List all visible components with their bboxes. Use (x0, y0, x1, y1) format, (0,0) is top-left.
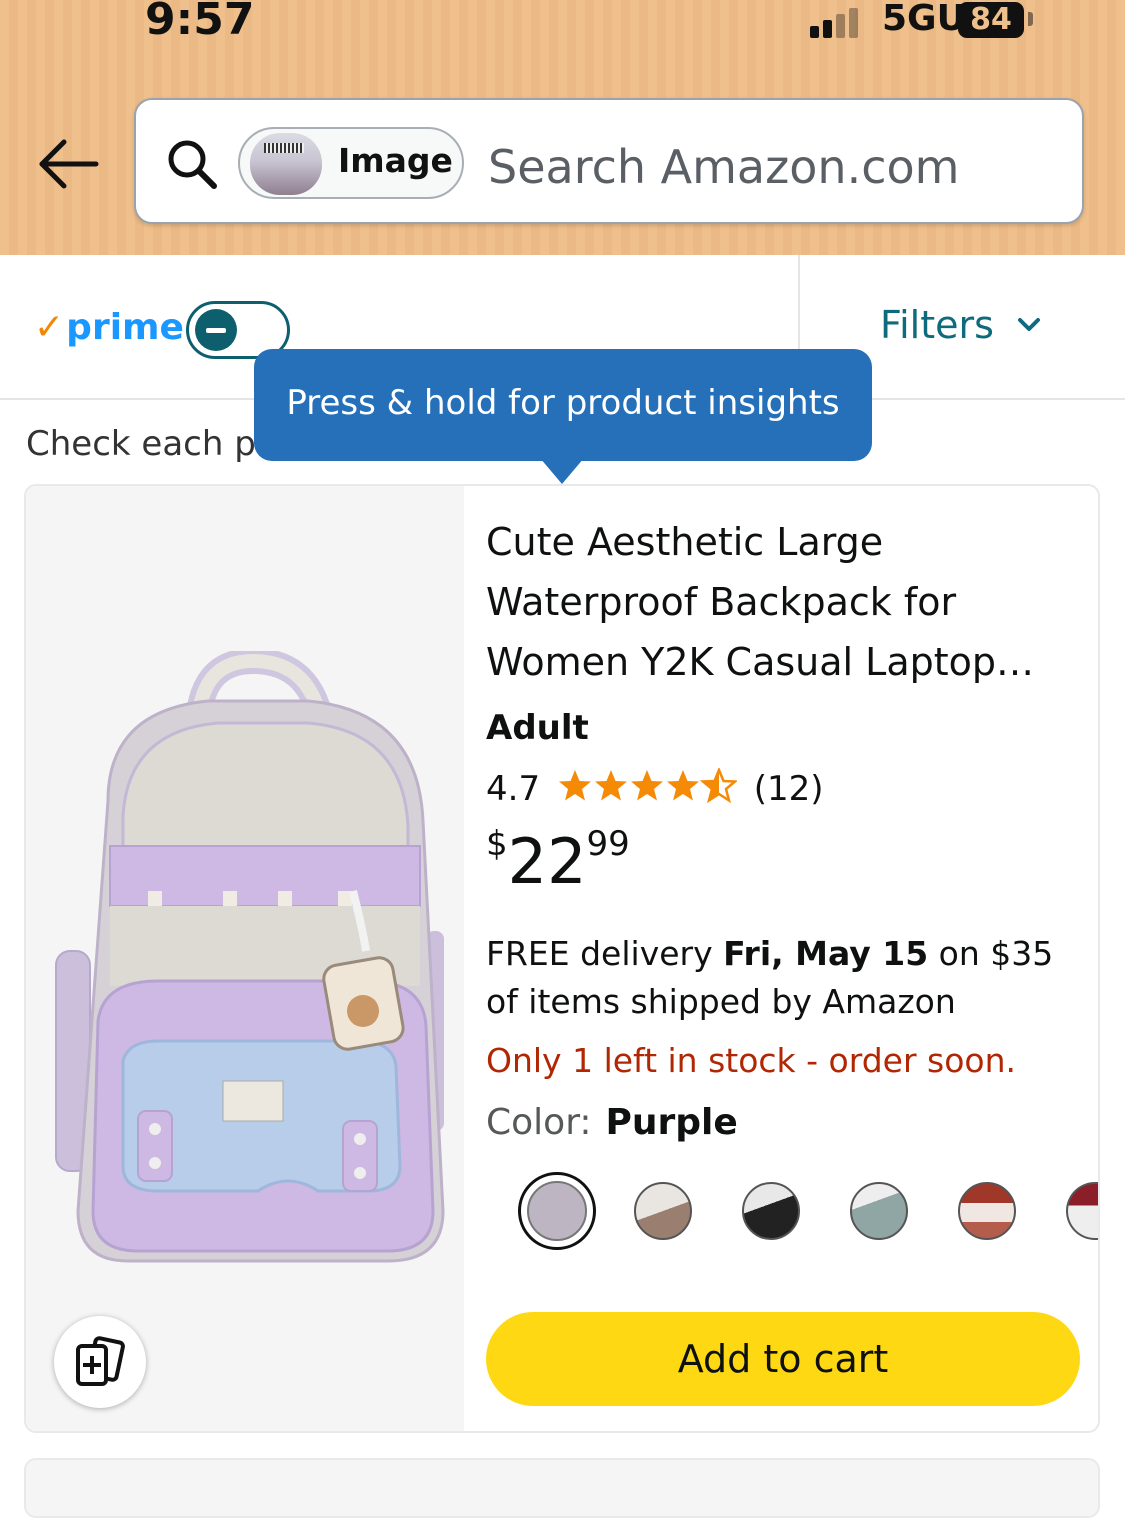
compare-button[interactable] (54, 1316, 146, 1408)
product-image-pane[interactable] (26, 486, 464, 1431)
prime-logo: ✓prime (34, 307, 184, 348)
review-count[interactable]: (12) (754, 769, 824, 809)
delivery-info: FREE delivery Fri, May 15 on $35 of item… (486, 930, 1086, 1026)
swatch-6[interactable] (1066, 1182, 1098, 1240)
size-label: Adult (486, 708, 589, 748)
toggle-knob-icon (195, 309, 237, 351)
delivery-pre: FREE delivery (486, 934, 724, 973)
status-time: 9:57 (145, 0, 255, 45)
star-rating-icon (558, 768, 737, 802)
price-symbol: $ (486, 824, 508, 864)
delivery-date: Fri, May 15 (723, 934, 929, 973)
price: $2299 (486, 824, 630, 898)
battery-icon: 84 (958, 2, 1024, 38)
color-value: Purple (605, 1102, 738, 1143)
price-whole: 22 (507, 825, 587, 898)
rating-row[interactable]: 4.7 (12) (486, 768, 824, 809)
title-line[interactable]: Women Y2K Casual Laptop… (486, 632, 1066, 692)
battery-tip (1028, 12, 1033, 26)
title-line[interactable]: Cute Aesthetic Large (486, 512, 1066, 572)
filters-button[interactable]: Filters (880, 303, 994, 347)
product-image[interactable] (48, 651, 448, 1271)
swatch-5[interactable] (958, 1182, 1016, 1240)
swatch-3[interactable] (742, 1182, 800, 1240)
swatch-2[interactable] (634, 1182, 692, 1240)
app-header: 9:57 5GUC 84 Image Search Amazon.com (0, 0, 1125, 255)
back-arrow-icon[interactable] (36, 132, 100, 196)
signal-icon (810, 8, 870, 38)
info-text: Check each pr (26, 424, 270, 464)
color-row: Color: Purple (486, 1102, 738, 1143)
price-fraction: 99 (586, 824, 630, 864)
swatch-purple[interactable] (518, 1172, 596, 1250)
product-title[interactable]: Cute Aesthetic Large Waterproof Backpack… (486, 512, 1066, 692)
product-card[interactable]: Cute Aesthetic Large Waterproof Backpack… (24, 484, 1100, 1433)
compare-icon (76, 1336, 125, 1386)
add-to-cart-button[interactable]: Add to cart (486, 1312, 1080, 1406)
title-line[interactable]: Waterproof Backpack for (486, 572, 1066, 632)
next-product-card[interactable] (24, 1458, 1100, 1518)
color-swatches (486, 1172, 1098, 1252)
product-insights-tooltip[interactable]: Press & hold for product insights (254, 349, 872, 461)
color-label: Color: (486, 1102, 592, 1143)
search-icon[interactable] (164, 136, 220, 192)
image-chip-label: Image (338, 141, 453, 180)
stock-warning: Only 1 left in stock - order soon. (486, 1041, 1016, 1080)
tooltip-arrow (540, 458, 584, 484)
prime-label: prime (66, 307, 184, 348)
search-bar[interactable]: Image Search Amazon.com (134, 98, 1084, 224)
chevron-down-icon[interactable] (1016, 315, 1042, 335)
rating-value: 4.7 (486, 769, 541, 809)
prime-check-icon: ✓ (34, 307, 65, 348)
swatch-4[interactable] (850, 1182, 908, 1240)
image-thumbnail (250, 133, 322, 195)
search-input[interactable]: Search Amazon.com (488, 140, 959, 194)
image-search-chip[interactable]: Image (238, 127, 464, 199)
